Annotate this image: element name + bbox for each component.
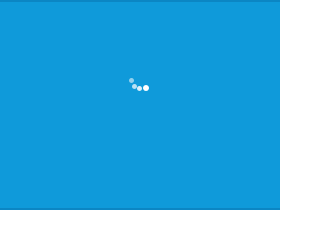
spinner-dot [137,86,142,91]
bottom-edge [0,208,280,210]
spinner-dot [143,85,149,91]
loading-screen [0,0,280,210]
spinner-dot [129,78,134,83]
top-edge [0,0,280,2]
loading-spinner-icon [126,76,152,94]
